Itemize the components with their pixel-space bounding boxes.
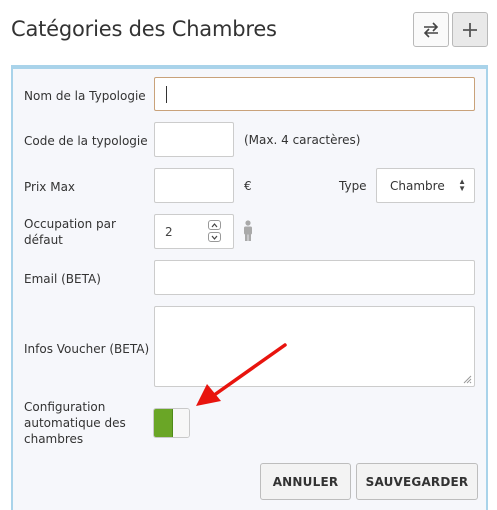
- page-header: Catégories des Chambres: [0, 0, 497, 62]
- typology-code-label: Code de la typologie: [24, 134, 148, 148]
- email-label: Email (BETA): [24, 272, 101, 286]
- email-input[interactable]: [154, 260, 475, 295]
- currency-symbol: €: [244, 179, 252, 193]
- default-occupancy-label: Occupation par défaut: [24, 217, 116, 247]
- type-select[interactable]: Chambre ▲ ▼: [376, 168, 475, 203]
- max-price-input[interactable]: [154, 168, 234, 203]
- red-arrow-annotation: [196, 343, 287, 406]
- auto-config-toggle[interactable]: [153, 408, 190, 438]
- typology-name-input[interactable]: [154, 77, 475, 111]
- auto-config-label: Configuration automatique des chambres: [24, 400, 126, 446]
- plus-icon: [463, 22, 477, 37]
- type-label: Type: [339, 179, 367, 193]
- save-button[interactable]: SAUVEGARDER: [356, 463, 478, 500]
- occupancy-number-input[interactable]: 2: [154, 214, 234, 249]
- person-icon: [244, 220, 252, 241]
- type-select-value: Chambre: [390, 179, 445, 193]
- typology-name-label: Nom de la Typologie: [24, 89, 146, 103]
- occupancy-value: 2: [165, 225, 173, 239]
- toggle-on-state: [154, 409, 173, 437]
- swap-arrows-icon: [423, 21, 439, 38]
- stepper-up-button[interactable]: [208, 220, 221, 230]
- typology-code-input[interactable]: [154, 122, 234, 157]
- swap-button[interactable]: [413, 12, 449, 47]
- cancel-button[interactable]: ANNULER: [260, 463, 351, 500]
- chevron-up-icon: [211, 222, 218, 227]
- typology-code-hint: (Max. 4 caractères): [244, 133, 361, 147]
- resize-handle-icon[interactable]: [462, 374, 472, 384]
- text-caret: [166, 86, 167, 103]
- chevron-down-icon: [211, 235, 218, 240]
- toggle-knob: [173, 409, 189, 437]
- max-price-label: Prix Max: [24, 180, 76, 194]
- select-updown-icon: ▲ ▼: [458, 177, 466, 193]
- page-title: Catégories des Chambres: [11, 17, 277, 41]
- add-button[interactable]: [452, 12, 488, 47]
- voucher-info-label: Infos Voucher (BETA): [24, 342, 150, 356]
- stepper-down-button[interactable]: [208, 232, 221, 242]
